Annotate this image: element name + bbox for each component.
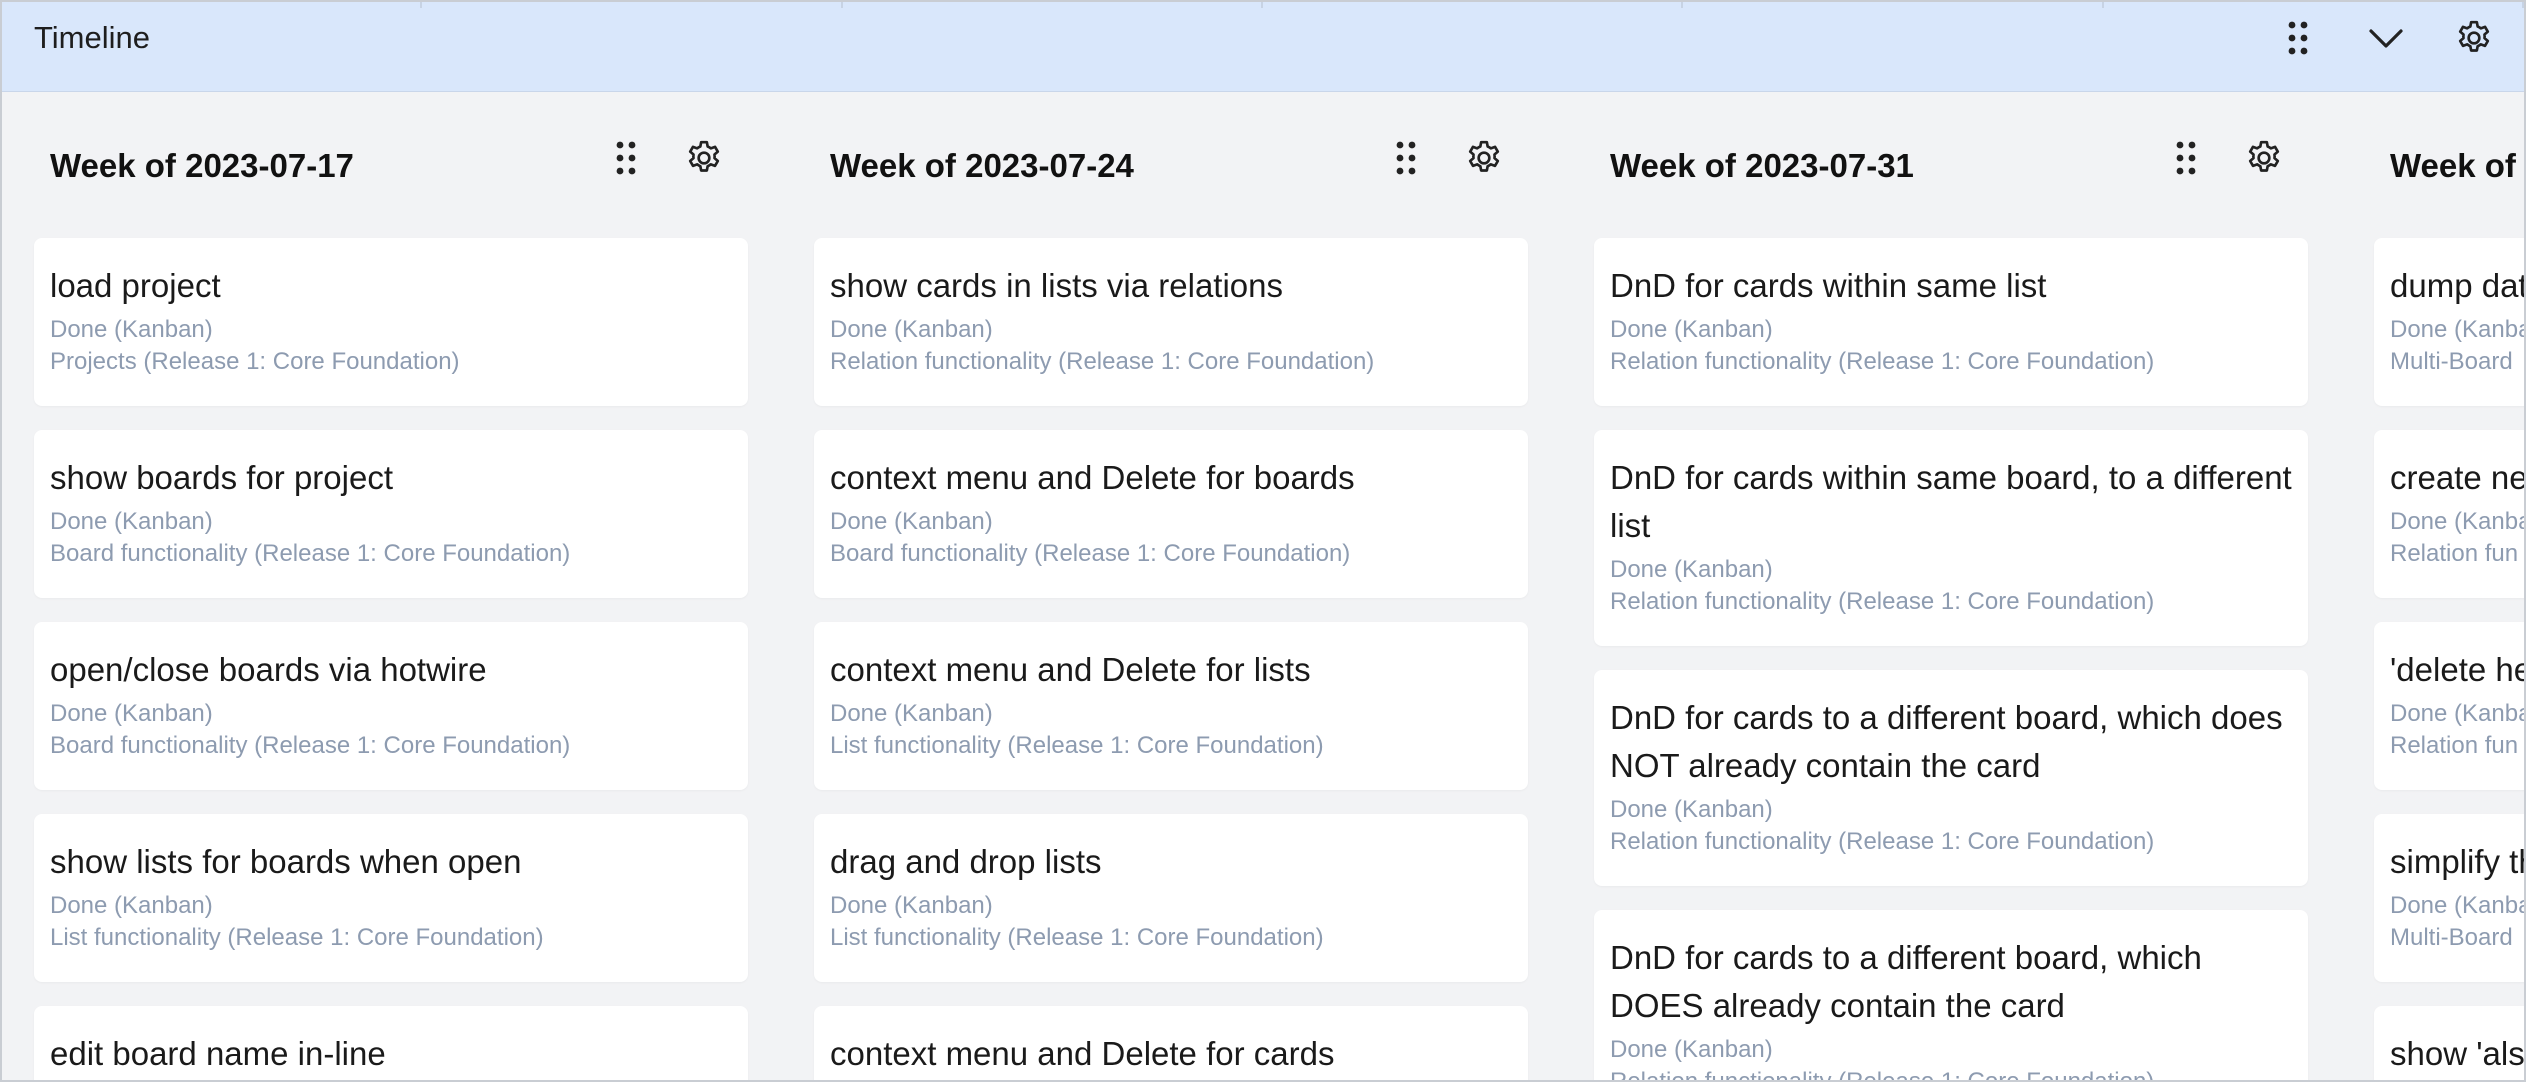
task-card[interactable]: open/close boards via hotwire Done (Kanb…: [34, 622, 748, 790]
column-toolbar: [2162, 134, 2288, 182]
chevron-down-icon[interactable]: [2362, 14, 2410, 62]
card-status: Done (Kanban): [830, 508, 993, 535]
task-card[interactable]: load project Done (Kanban) Projects (Rel…: [34, 238, 748, 406]
column-toolbar: [602, 134, 728, 182]
drag-handle-icon[interactable]: [2162, 134, 2210, 182]
column-title: Week of 2023-07-31: [1610, 147, 1914, 184]
gear-icon[interactable]: [1460, 134, 1508, 182]
card-category: Relation fun: [2390, 540, 2519, 567]
tab-divider: [1683, 2, 2104, 8]
card-status: Done (Kanban): [830, 892, 993, 919]
task-card[interactable]: simplify th Done (Kanba Multi-Board: [2374, 814, 2526, 982]
task-card[interactable]: DnD for cards to a different board, whic…: [1594, 670, 2308, 886]
top-tab-strip: [2, 2, 2524, 8]
card-category: Relation functionality (Release 1: Core …: [1610, 1068, 2155, 1082]
card-status: Done (Kanba: [2390, 892, 2526, 919]
task-card[interactable]: DnD for cards to a different board, whic…: [1594, 910, 2308, 1082]
page-title: Timeline: [34, 20, 150, 55]
card-category: List functionality (Release 1: Core Foun…: [50, 924, 544, 951]
card-title: create ne: [2390, 459, 2526, 496]
card-category: Multi-Board: [2390, 924, 2513, 951]
card-title: context menu and Delete for cards: [830, 1035, 1335, 1072]
card-title: show cards in lists via relations: [830, 267, 1284, 304]
card-status: Done (Kanban): [1610, 1036, 1773, 1063]
card-status: Done (Kanban): [1610, 796, 1773, 823]
column-title: Week of 2: [2390, 147, 2524, 184]
card-category: Multi-Board: [2390, 348, 2513, 375]
card-category: Board functionality (Release 1: Core Fou…: [830, 540, 1351, 567]
timeline-window: Timeline Week of 2023-07-17 load project…: [0, 0, 2526, 1082]
card-status: Done (Kanba: [2390, 316, 2526, 343]
card-category: List functionality (Release 1: Core Foun…: [830, 732, 1324, 759]
card-status: Done (Kanban): [50, 316, 213, 343]
card-title: DnD for cards within same board, to a di…: [1610, 459, 2292, 544]
card-status: Done (Kanba: [2390, 508, 2526, 535]
header-toolbar: [2274, 14, 2498, 62]
card-status: Done (Kanban): [830, 700, 993, 727]
task-card[interactable]: show cards in lists via relations Done (…: [814, 238, 1528, 406]
card-title: dump dat: [2390, 267, 2526, 304]
card-title: 'delete he: [2390, 651, 2526, 688]
card-title: drag and drop lists: [830, 843, 1102, 880]
card-title: load project: [50, 267, 221, 304]
task-card[interactable]: context menu and Delete for lists Done (…: [814, 622, 1528, 790]
card-title: DnD for cards to a different board, whic…: [1610, 699, 2283, 784]
gear-icon[interactable]: [2240, 134, 2288, 182]
tab-divider: [1263, 2, 1684, 8]
task-card[interactable]: dump dat Done (Kanba Multi-Board: [2374, 238, 2526, 406]
card-title: open/close boards via hotwire: [50, 651, 487, 688]
card-category: Board functionality (Release 1: Core Fou…: [50, 732, 571, 759]
card-category: Projects (Release 1: Core Foundation): [50, 348, 460, 375]
card-status: Done (Kanban): [1610, 316, 1773, 343]
task-card[interactable]: show boards for project Done (Kanban) Bo…: [34, 430, 748, 598]
tab-divider: [2, 2, 423, 8]
card-category: Relation functionality (Release 1: Core …: [1610, 588, 2155, 615]
card-category: Board functionality (Release 1: Core Fou…: [50, 540, 571, 567]
task-card[interactable]: show 'als: [2374, 1006, 2525, 1080]
card-category: List functionality (Release 1: Core Foun…: [830, 924, 1324, 951]
card-status: Done (Kanban): [50, 508, 213, 535]
card-status: Done (Kanban): [830, 316, 993, 343]
task-card[interactable]: context menu and Delete for cards: [814, 1006, 1528, 1080]
gear-icon[interactable]: [680, 134, 728, 182]
task-card[interactable]: show lists for boards when open Done (Ka…: [34, 814, 748, 982]
card-status: Done (Kanban): [50, 892, 213, 919]
drag-handle-icon[interactable]: [2274, 14, 2322, 62]
card-title: DnD for cards within same list: [1610, 267, 2047, 304]
card-title: simplify th: [2390, 843, 2526, 880]
task-card[interactable]: DnD for cards within same list Done (Kan…: [1594, 238, 2308, 406]
card-title: show boards for project: [50, 459, 394, 496]
card-category: Relation functionality (Release 1: Core …: [1610, 828, 2155, 855]
timeline-header: Timeline: [2, 2, 2524, 92]
card-category: Relation fun: [2390, 732, 2519, 759]
column-toolbar: [1382, 134, 1508, 182]
task-card[interactable]: drag and drop lists Done (Kanban) List f…: [814, 814, 1528, 982]
card-title: edit board name in-line: [50, 1035, 386, 1072]
task-card[interactable]: DnD for cards within same board, to a di…: [1594, 430, 2308, 646]
card-status: Done (Kanban): [1610, 556, 1773, 583]
card-category: Relation functionality (Release 1: Core …: [830, 348, 1375, 375]
tab-divider: [2104, 2, 2524, 8]
card-title: show lists for boards when open: [50, 843, 522, 880]
card-title: show 'als: [2390, 1035, 2525, 1072]
task-card[interactable]: context menu and Delete for boards Done …: [814, 430, 1528, 598]
card-title: context menu and Delete for boards: [830, 459, 1355, 496]
column-title: Week of 2023-07-24: [830, 147, 1134, 184]
tab-divider: [843, 2, 1263, 8]
column-title: Week of 2023-07-17: [50, 147, 354, 184]
card-title: DnD for cards to a different board, whic…: [1610, 939, 2202, 1024]
card-title: context menu and Delete for lists: [830, 651, 1311, 688]
gear-icon[interactable]: [2450, 14, 2498, 62]
drag-handle-icon[interactable]: [1382, 134, 1430, 182]
timeline-board: Week of 2023-07-17 load project Done (Ka…: [32, 92, 2526, 1082]
card-status: Done (Kanban): [50, 700, 213, 727]
card-category: Relation functionality (Release 1: Core …: [1610, 348, 2155, 375]
task-card[interactable]: edit board name in-line: [34, 1006, 748, 1080]
drag-handle-icon[interactable]: [602, 134, 650, 182]
tab-divider: [422, 2, 843, 8]
task-card[interactable]: 'delete he Done (Kanba Relation fun: [2374, 622, 2526, 790]
card-status: Done (Kanba: [2390, 700, 2526, 727]
task-card[interactable]: create ne Done (Kanba Relation fun: [2374, 430, 2526, 598]
